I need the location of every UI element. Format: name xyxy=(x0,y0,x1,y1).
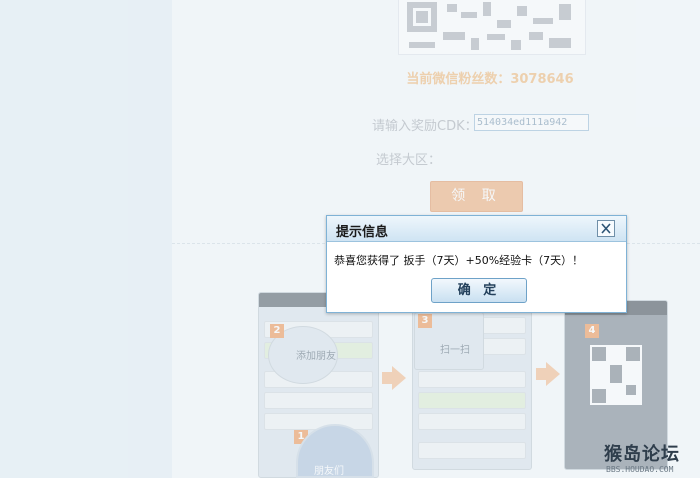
alert-dialog: 提示信息 恭喜您获得了 扳手（7天）+50%经验卡（7天）！ 确 定 xyxy=(326,215,627,313)
arrow-right-icon xyxy=(382,366,406,390)
left-background-pane xyxy=(0,0,172,478)
add-friend-zoom-label: 添加朋友 xyxy=(296,351,336,362)
wechat-fans-count: 当前微信粉丝数：3078646 xyxy=(406,72,574,87)
arrow-right-icon-2 xyxy=(536,362,560,386)
zone-select-label: 选择大区： xyxy=(376,153,442,168)
step-number-3: 3 xyxy=(418,314,432,328)
qr-code-image xyxy=(398,0,586,55)
cdk-input[interactable]: 514034ed111a942 xyxy=(474,114,589,131)
claim-button[interactable]: 领 取 xyxy=(430,181,523,212)
confirm-button[interactable]: 确 定 xyxy=(431,278,527,303)
scan-zoom-label: 扫一扫 xyxy=(440,345,470,356)
dialog-title: 提示信息 xyxy=(336,225,389,240)
dialog-message: 恭喜您获得了 扳手（7天）+50%经验卡（7天）！ xyxy=(334,254,584,267)
cdk-label: 请输入奖励CDK： xyxy=(372,119,478,134)
scan-qr-code-image xyxy=(590,345,642,405)
step-number-4: 4 xyxy=(585,324,599,338)
close-icon[interactable] xyxy=(597,220,615,237)
site-watermark-logo: 猴岛论坛 BBS.HOUDAO.COM xyxy=(604,440,700,478)
dialog-header: 提示信息 xyxy=(327,216,626,242)
watermark-title: 猴岛论坛 xyxy=(604,444,680,465)
friends-label: 朋友们 xyxy=(314,466,344,477)
watermark-url: BBS.HOUDAO.COM xyxy=(606,465,674,474)
step-number-2: 2 xyxy=(270,324,284,338)
